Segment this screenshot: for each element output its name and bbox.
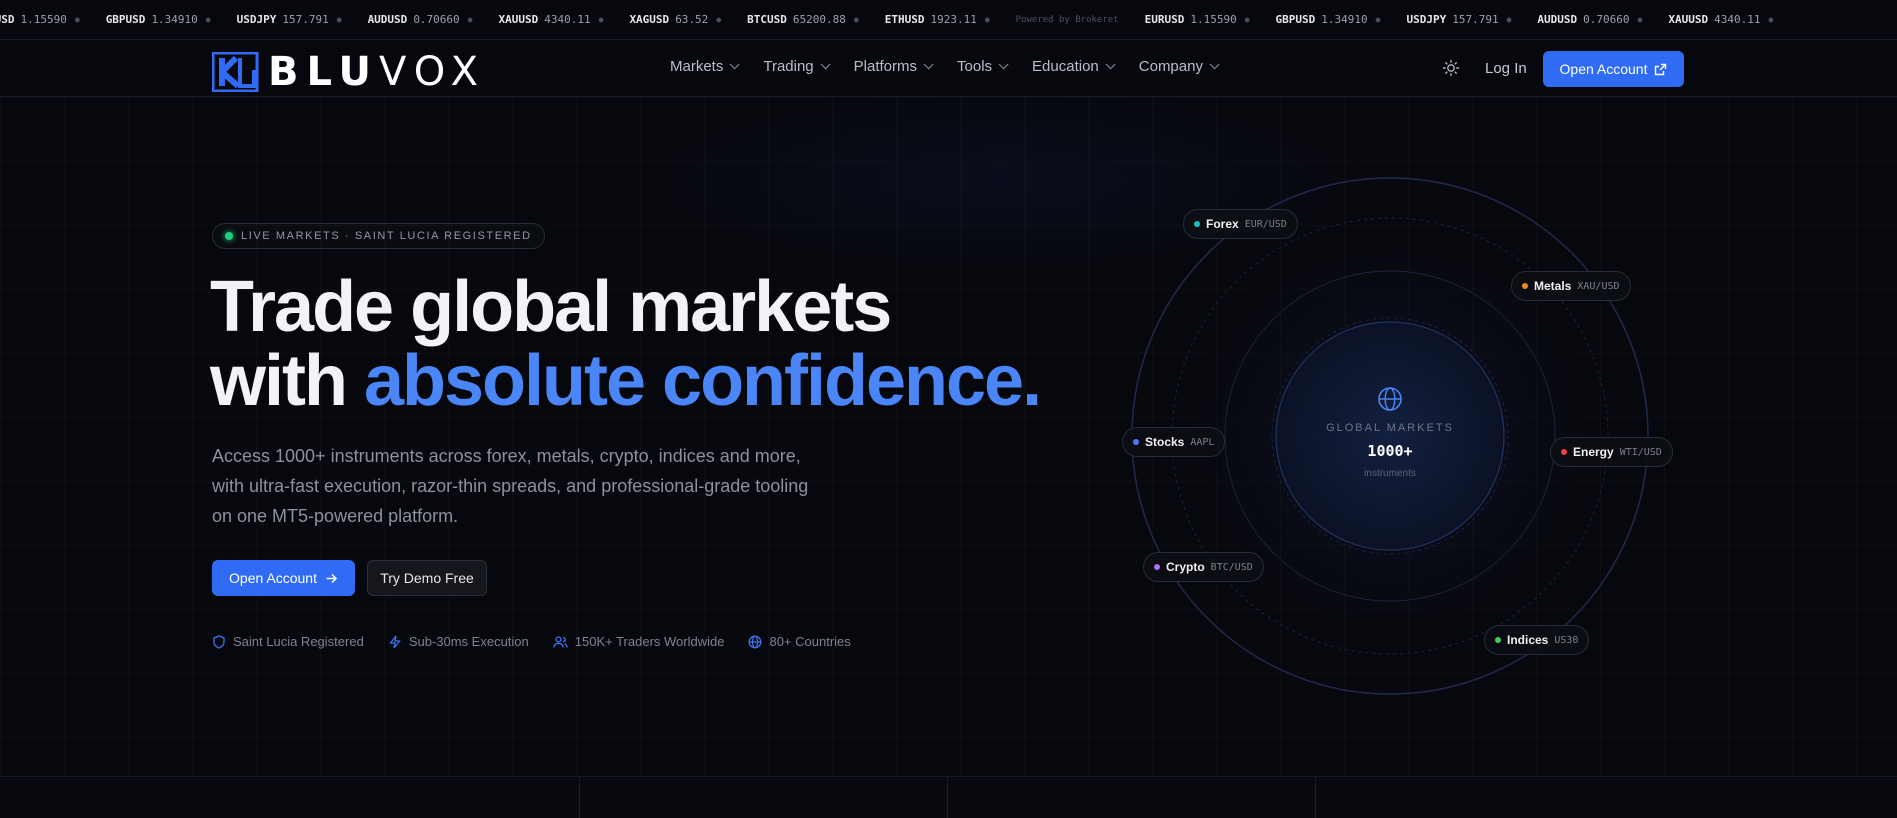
top-navbar: BLUVOX Markets Trading Platforms Tools E… <box>0 40 1897 97</box>
market-pill-forex[interactable]: Forex EUR/USD <box>1183 209 1298 239</box>
stats-divider <box>947 777 948 818</box>
logo-mark-icon <box>211 51 260 93</box>
ticker-powered-by[interactable]: Powered by Brokeret <box>1016 15 1119 25</box>
shield-icon <box>213 634 225 649</box>
logo-wordmark: BLUVOX <box>268 49 487 95</box>
login-link[interactable]: Log In <box>1485 60 1527 77</box>
menu-markets[interactable]: Markets <box>670 58 740 75</box>
menu-company[interactable]: Company <box>1139 58 1220 75</box>
ticker-track: RUSD1.15590● GBPUSD1.34910● USDJPY157.79… <box>0 13 1799 26</box>
ticker-item: USDJPY 157.791 ● <box>236 13 342 26</box>
feature-item: Sub-30ms Execution <box>388 634 529 649</box>
stats-strip <box>0 776 1897 818</box>
market-dot <box>1522 283 1528 289</box>
market-pill-metals[interactable]: Metals XAU/USD <box>1511 271 1631 301</box>
chevron-down-icon <box>1209 59 1220 70</box>
core-unit: instruments <box>1364 468 1416 479</box>
feature-item: 80+ Countries <box>748 634 851 649</box>
core-count: 1000+ <box>1367 442 1413 460</box>
stats-divider <box>1315 777 1316 818</box>
live-indicator-dot <box>225 232 233 240</box>
chevron-down-icon <box>1105 59 1116 70</box>
chevron-down-icon <box>820 59 831 70</box>
live-markets-badge: LIVE MARKETS · SAINT LUCIA REGISTERED <box>212 223 545 249</box>
external-link-icon <box>1655 63 1667 75</box>
market-pill-stocks[interactable]: Stocks AAPL <box>1122 427 1226 457</box>
ticker-item: AUDUSD 0.70660 ● <box>1537 13 1643 26</box>
market-pill-indices[interactable]: Indices US30 <box>1484 625 1590 655</box>
stats-divider <box>579 777 580 818</box>
market-pill-energy[interactable]: Energy WTI/USD <box>1550 437 1673 467</box>
menu-trading[interactable]: Trading <box>763 58 831 75</box>
price-ticker: RUSD1.15590● GBPUSD1.34910● USDJPY157.79… <box>0 0 1897 40</box>
market-pill-crypto[interactable]: Crypto BTC/USD <box>1143 552 1264 582</box>
ticker-item: ETHUSD 1923.11 ● <box>884 13 990 26</box>
ticker-item: XAGUSD 63.52 ● <box>629 13 722 26</box>
ticker-item: AUDUSD 0.70660 ● <box>367 13 473 26</box>
ticker-item: BTCUSD 65200.88 ● <box>747 13 859 26</box>
market-dot <box>1561 449 1567 455</box>
menu-tools[interactable]: Tools <box>957 58 1009 75</box>
chevron-down-icon <box>923 59 934 70</box>
chevron-down-icon <box>730 59 740 70</box>
market-dot <box>1495 637 1501 643</box>
main-menu: Markets Trading Platforms Tools Educatio… <box>670 58 1243 75</box>
menu-education[interactable]: Education <box>1032 58 1116 75</box>
core-label: GLOBAL MARKETS <box>1326 422 1454 434</box>
headline-accent: absolute confidence. <box>363 341 1042 421</box>
lightning-icon <box>388 635 401 648</box>
market-dot <box>1154 564 1160 570</box>
users-icon <box>553 635 568 648</box>
trust-features: Saint Lucia Registered Sub-30ms Executio… <box>212 634 875 649</box>
hero-subtitle: Access 1000+ instruments across forex, m… <box>212 446 809 526</box>
theme-toggle-sun-icon[interactable] <box>1441 58 1461 78</box>
ticker-item: XAUUSD 4340.11 ● <box>498 13 604 26</box>
market-dot <box>1133 439 1139 445</box>
open-account-button[interactable]: Open Account <box>1543 51 1684 87</box>
ticker-item: USDJPY 157.791 ● <box>1406 13 1512 26</box>
market-dot <box>1194 221 1200 227</box>
arrow-right-icon <box>326 573 338 583</box>
try-demo-button[interactable]: Try Demo Free <box>367 560 487 596</box>
ticker-item: XAUUSD 4340.11 ● <box>1668 13 1774 26</box>
ticker-item: RUSD1.15590● <box>0 13 80 26</box>
menu-platforms[interactable]: Platforms <box>854 58 934 75</box>
hero-open-account-button[interactable]: Open Account <box>212 560 355 596</box>
globe-icon <box>1378 387 1402 411</box>
ticker-item: EURUSD 1.15590 ● <box>1144 13 1250 26</box>
ticker-item: GBPUSD 1.34910 ● <box>1275 13 1381 26</box>
globe-icon <box>749 635 762 648</box>
orbit-core: GLOBAL MARKETS 1000+ instruments <box>1230 372 1550 479</box>
chevron-down-icon <box>998 59 1009 70</box>
brand-logo[interactable]: BLUVOX <box>211 49 487 95</box>
feature-item: 150K+ Traders Worldwide <box>553 634 724 649</box>
ticker-item: GBPUSD 1.34910 ● <box>105 13 211 26</box>
hero-headline: Trade global markets with absolute confi… <box>210 267 1042 421</box>
feature-item: Saint Lucia Registered <box>212 634 364 649</box>
